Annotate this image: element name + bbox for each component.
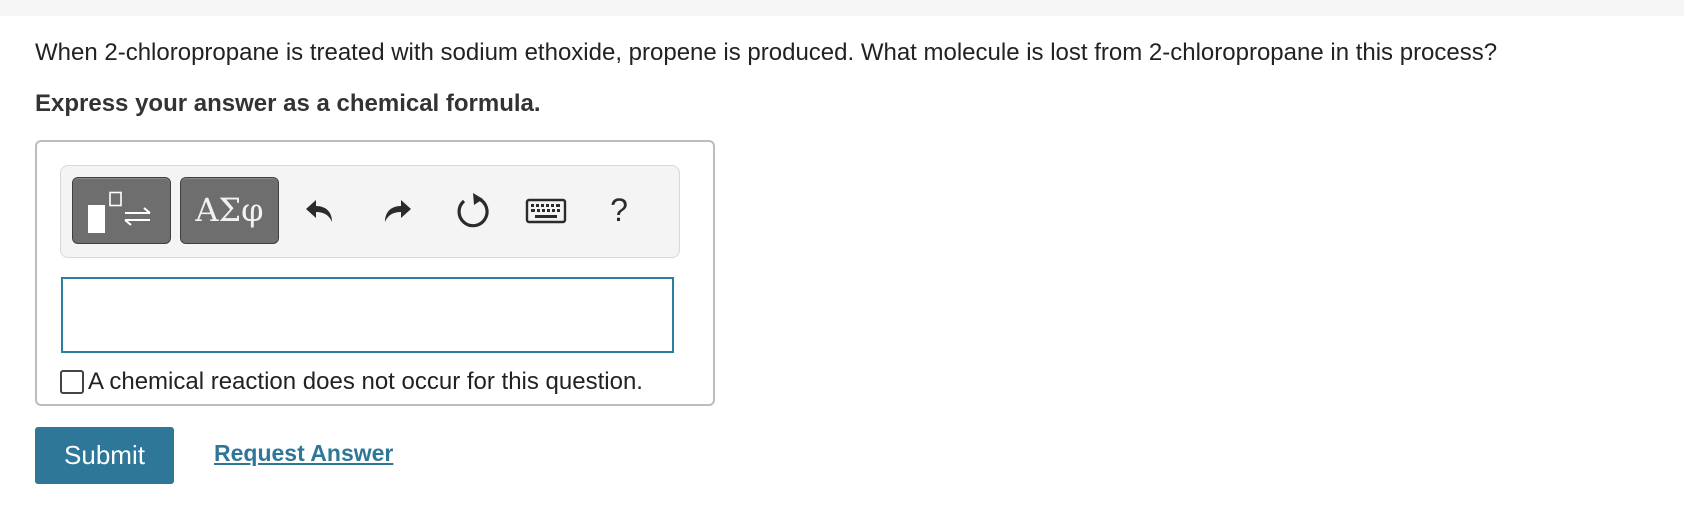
help-icon[interactable]: ?	[597, 188, 641, 232]
answer-panel: ΑΣφ ? A chemical reaction does not occur…	[35, 140, 715, 406]
submit-button[interactable]: Submit	[35, 427, 174, 484]
no-reaction-option[interactable]: A chemical reaction does not occur for t…	[60, 367, 643, 397]
answer-instruction: Express your answer as a chemical formul…	[35, 90, 541, 117]
reset-icon[interactable]	[450, 188, 494, 232]
math-toolbar: ΑΣφ ?	[60, 165, 680, 258]
templates-button[interactable]	[72, 177, 171, 244]
question-text: When 2-chloropropane is treated with sod…	[35, 39, 1498, 66]
templates-icon	[88, 191, 151, 233]
top-strip	[0, 0, 1684, 16]
no-reaction-label: A chemical reaction does not occur for t…	[88, 368, 643, 395]
keyboard-icon[interactable]	[524, 188, 568, 232]
symbols-label: ΑΣφ	[195, 191, 264, 229]
no-reaction-checkbox[interactable]	[60, 370, 84, 394]
request-answer-link[interactable]: Request Answer	[214, 438, 393, 468]
answer-input[interactable]	[61, 277, 674, 353]
redo-icon[interactable]	[373, 188, 417, 232]
undo-icon[interactable]	[302, 188, 346, 232]
symbols-button[interactable]: ΑΣφ	[180, 177, 279, 244]
